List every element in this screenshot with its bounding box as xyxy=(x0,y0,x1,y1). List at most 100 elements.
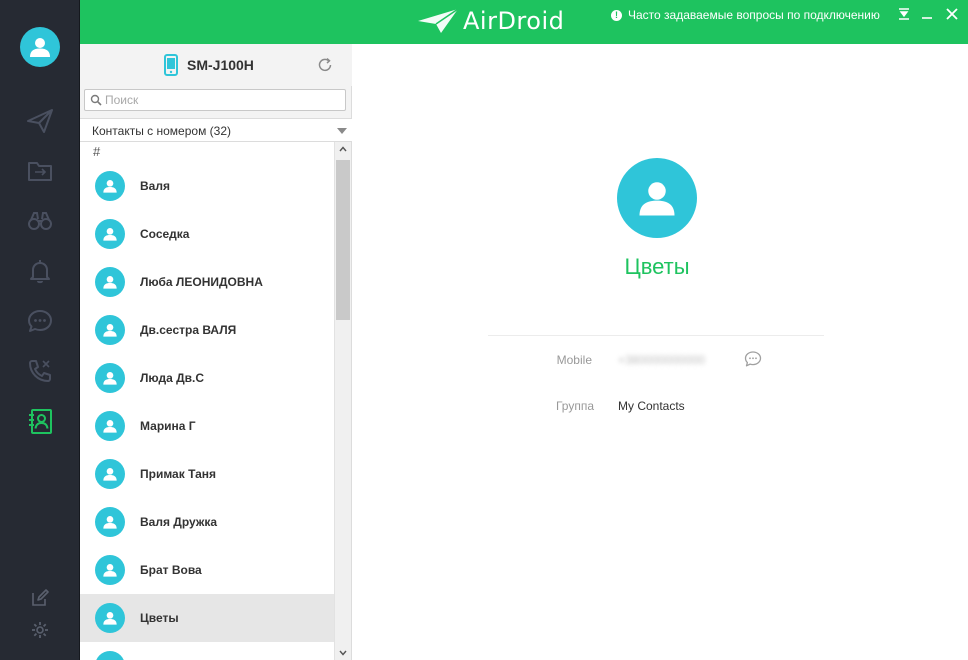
contact-name: Валя Дружка xyxy=(140,515,218,529)
contact-item[interactable]: Люба ЛЕОНИДОВНА xyxy=(80,258,334,306)
dropdown-arrow-icon xyxy=(337,128,347,134)
scroll-down-icon[interactable] xyxy=(339,650,347,656)
contact-avatar xyxy=(95,315,125,345)
user-icon xyxy=(103,180,117,193)
chat-icon xyxy=(28,310,52,332)
contact-name: Примак Таня xyxy=(140,467,217,481)
logo-text: AirDroid xyxy=(463,7,565,35)
scroll-up-icon[interactable] xyxy=(339,146,347,152)
user-icon xyxy=(103,516,117,529)
contacts-list-panel: SM-J100H Контакты с номером (32) # Валя xyxy=(80,44,352,660)
contact-item[interactable]: Примак Таня xyxy=(80,450,334,498)
contact-avatar xyxy=(95,555,125,585)
top-header-bar: AirDroid ! Часто задаваемые вопросы по п… xyxy=(80,0,968,44)
refresh-icon[interactable] xyxy=(317,57,333,73)
bell-icon xyxy=(30,260,50,284)
user-icon xyxy=(639,182,675,216)
device-bar: SM-J100H xyxy=(80,44,352,86)
search-box xyxy=(84,89,346,111)
mobile-value[interactable]: +380000000000 xyxy=(618,353,705,367)
minimize-icon xyxy=(922,17,932,19)
faq-link-label: Часто задаваемые вопросы по подключению xyxy=(628,8,880,22)
search-input[interactable] xyxy=(105,91,341,109)
contact-name: Люда Дв.С xyxy=(140,371,205,385)
contact-item[interactable]: Валя Дружка xyxy=(80,498,334,546)
search-icon xyxy=(90,94,102,106)
user-icon xyxy=(103,276,117,289)
feedback-button[interactable] xyxy=(30,588,50,608)
user-icon xyxy=(103,324,117,337)
contact-item[interactable]: Валя xyxy=(80,162,334,210)
scrollbar-thumb[interactable] xyxy=(336,160,350,320)
contact-name: Люба ЛЕОНИДОВНА xyxy=(140,275,263,289)
info-icon: ! xyxy=(611,9,622,21)
user-icon xyxy=(103,228,117,241)
contact-avatar xyxy=(95,603,125,633)
contact-avatar xyxy=(95,171,125,201)
contacts-icon xyxy=(29,409,52,434)
user-icon xyxy=(103,612,117,625)
contact-name: Цветы xyxy=(140,611,179,625)
user-icon xyxy=(103,564,117,577)
contact-avatar xyxy=(95,363,125,393)
airdroid-logo: AirDroid xyxy=(417,7,564,35)
phone-icon xyxy=(164,54,178,76)
divider xyxy=(488,335,824,336)
user-icon xyxy=(30,38,50,57)
nav-files-button[interactable] xyxy=(24,155,56,187)
contact-avatar xyxy=(95,651,125,660)
contact-item-selected[interactable]: Цветы xyxy=(80,594,334,642)
nav-calls-button[interactable] xyxy=(24,355,56,387)
contact-name: Дв.сестра ВАЛЯ xyxy=(140,323,237,337)
send-message-icon[interactable] xyxy=(744,350,762,368)
contact-item[interactable]: Брат Вова xyxy=(80,546,334,594)
file-transfer-icon xyxy=(28,162,52,181)
edit-icon xyxy=(32,589,49,606)
contact-avatar xyxy=(95,507,125,537)
contact-avatar xyxy=(95,411,125,441)
device-name: SM-J100H xyxy=(187,57,254,73)
nav-contacts-button[interactable] xyxy=(24,405,56,437)
contact-item[interactable]: Соседка xyxy=(80,210,334,258)
send-icon xyxy=(27,109,53,133)
contact-list-scrollbar[interactable] xyxy=(334,142,351,660)
contact-name: Валя xyxy=(140,179,170,193)
nav-notifications-button[interactable] xyxy=(24,255,56,287)
close-button[interactable] xyxy=(944,6,960,22)
nav-find-phone-button[interactable] xyxy=(24,205,56,237)
paper-plane-logo-icon xyxy=(418,8,459,33)
group-value: My Contacts xyxy=(618,399,685,413)
contact-item[interactable]: Марина Г xyxy=(80,402,334,450)
collapse-button[interactable] xyxy=(896,6,912,22)
contact-item[interactable]: Дв.сестра ВАЛЯ xyxy=(80,306,334,354)
contact-item[interactable]: Люда Дв.С xyxy=(80,354,334,402)
contact-item-partial[interactable] xyxy=(80,642,334,660)
user-icon xyxy=(103,372,117,385)
contact-detail-avatar xyxy=(617,158,697,238)
binoculars-icon xyxy=(28,212,52,230)
minimize-button[interactable] xyxy=(919,6,935,22)
nav-messages-button[interactable] xyxy=(24,305,56,337)
account-avatar-button[interactable] xyxy=(20,27,60,67)
alphabet-section-header: # xyxy=(80,142,334,162)
calls-icon xyxy=(29,360,51,382)
section-letter: # xyxy=(93,144,101,159)
contact-detail-name: Цветы xyxy=(624,254,690,279)
left-nav-sidebar xyxy=(0,0,80,660)
contact-list: Валя Соседка Люба ЛЕОНИДОВНА Дв.сестра В… xyxy=(80,162,334,660)
settings-button[interactable] xyxy=(30,620,50,640)
faq-link[interactable]: ! Часто задаваемые вопросы по подключени… xyxy=(611,8,880,22)
download-arrow-icon xyxy=(899,8,909,20)
close-icon xyxy=(946,8,958,20)
mobile-label: Mobile xyxy=(556,353,592,367)
contact-name: Брат Вова xyxy=(140,563,202,577)
gear-icon xyxy=(32,622,48,638)
contact-name: Соседка xyxy=(140,227,190,241)
contact-detail-panel: Цветы Mobile +380000000000 Группа My Con… xyxy=(352,44,968,660)
group-label: Группа xyxy=(555,399,594,413)
contacts-filter-dropdown[interactable]: Контакты с номером (32) xyxy=(80,118,352,142)
user-icon xyxy=(103,420,117,433)
contact-avatar xyxy=(95,267,125,297)
filter-label: Контакты с номером (32) xyxy=(92,124,231,138)
nav-send-button[interactable] xyxy=(24,105,56,137)
